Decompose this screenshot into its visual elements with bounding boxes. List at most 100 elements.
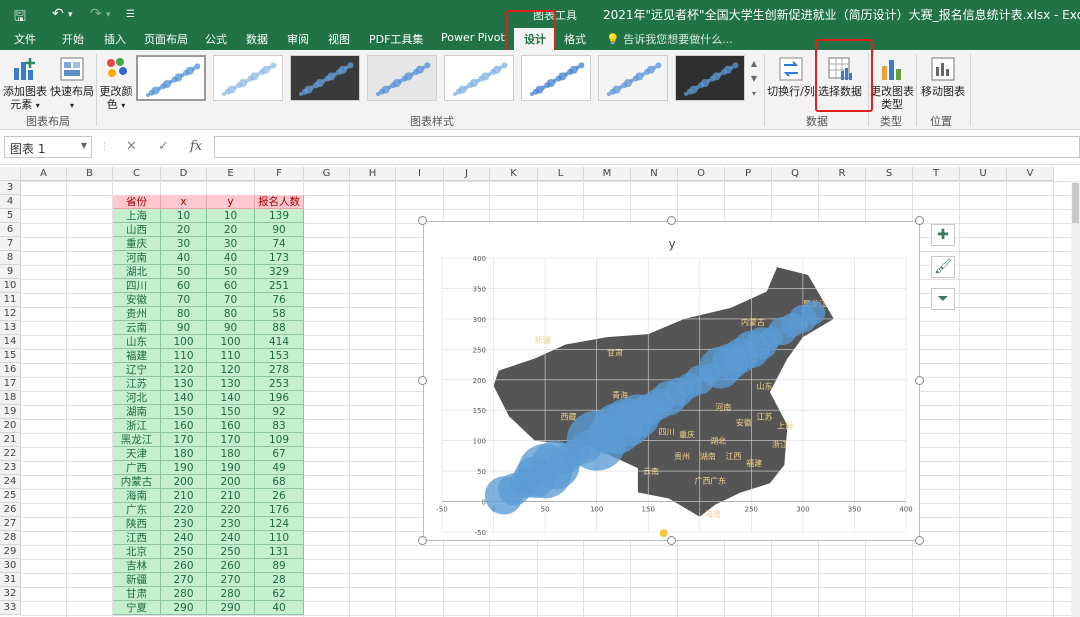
table-header-cell[interactable]: 报名人数	[255, 195, 304, 209]
tell-me-search[interactable]: 💡 告诉我您想要做什么...	[606, 31, 733, 47]
table-cell[interactable]: 70	[161, 293, 207, 307]
column-header-e[interactable]: E	[207, 167, 255, 181]
row-header-28[interactable]: 28	[0, 531, 21, 545]
row-header-16[interactable]: 16	[0, 363, 21, 377]
table-cell[interactable]: 160	[161, 419, 207, 433]
table-header-cell[interactable]: y	[207, 195, 255, 209]
table-cell[interactable]: 28	[255, 573, 304, 587]
chart-style-3[interactable]	[290, 55, 360, 101]
table-cell[interactable]: 270	[207, 573, 255, 587]
table-cell[interactable]: 76	[255, 293, 304, 307]
row-header-25[interactable]: 25	[0, 489, 21, 503]
chart-style-5[interactable]	[444, 55, 514, 101]
table-cell[interactable]: 安徽	[113, 293, 161, 307]
table-cell[interactable]: 陕西	[113, 517, 161, 531]
vertical-scrollbar[interactable]	[1071, 181, 1080, 617]
table-cell[interactable]: 广东	[113, 503, 161, 517]
chart-style-7[interactable]	[598, 55, 668, 101]
table-cell[interactable]: 150	[207, 405, 255, 419]
table-cell[interactable]: 40	[207, 251, 255, 265]
chart-styles-brush-icon[interactable]: 🖌	[931, 256, 955, 278]
row-header-29[interactable]: 29	[0, 545, 21, 559]
table-cell[interactable]: 140	[207, 391, 255, 405]
name-box[interactable]: 图表 1 ▼	[4, 136, 92, 158]
row-header-12[interactable]: 12	[0, 307, 21, 321]
table-cell[interactable]: 260	[161, 559, 207, 573]
table-cell[interactable]: 90	[207, 321, 255, 335]
table-cell[interactable]: 88	[255, 321, 304, 335]
table-cell[interactable]: 海南	[113, 489, 161, 503]
table-cell[interactable]: 重庆	[113, 237, 161, 251]
row-header-33[interactable]: 33	[0, 601, 21, 615]
table-cell[interactable]: 251	[255, 279, 304, 293]
table-cell[interactable]: 180	[161, 447, 207, 461]
table-cell[interactable]: 宁夏	[113, 601, 161, 615]
add-chart-element-button[interactable]: 添加图表元素 ▾	[2, 56, 48, 112]
table-cell[interactable]: 河北	[113, 391, 161, 405]
row-header-11[interactable]: 11	[0, 293, 21, 307]
row-header-24[interactable]: 24	[0, 475, 21, 489]
customize-toolbar-icon[interactable]: ☰	[126, 9, 135, 20]
table-cell[interactable]: 河南	[113, 251, 161, 265]
table-cell[interactable]: 60	[161, 279, 207, 293]
table-cell[interactable]: 湖北	[113, 265, 161, 279]
table-cell[interactable]: 130	[161, 377, 207, 391]
table-cell[interactable]: 天津	[113, 447, 161, 461]
table-cell[interactable]: 10	[207, 209, 255, 223]
table-cell[interactable]: 200	[161, 475, 207, 489]
resize-handle[interactable]	[915, 536, 924, 545]
row-header-21[interactable]: 21	[0, 433, 21, 447]
insert-function-icon[interactable]: fx	[190, 139, 202, 154]
column-header-o[interactable]: O	[678, 167, 725, 181]
table-cell[interactable]: 190	[161, 461, 207, 475]
row-header-7[interactable]: 7	[0, 237, 21, 251]
resize-handle[interactable]	[666, 536, 676, 545]
row-header-22[interactable]: 22	[0, 447, 21, 461]
table-cell[interactable]: 广西	[113, 461, 161, 475]
chart-elements-plus-icon[interactable]: ✚	[931, 224, 955, 246]
table-cell[interactable]: 220	[161, 503, 207, 517]
column-header-g[interactable]: G	[304, 167, 350, 181]
chevron-down-icon[interactable]: ▼	[81, 141, 87, 150]
row-header-18[interactable]: 18	[0, 391, 21, 405]
select-all-corner[interactable]	[0, 167, 21, 181]
table-cell[interactable]: 270	[161, 573, 207, 587]
cancel-icon[interactable]: ✕	[126, 139, 137, 154]
tab-data[interactable]: 数据	[246, 31, 268, 47]
table-cell[interactable]: 290	[207, 601, 255, 615]
scroll-down-icon[interactable]: ▼	[748, 71, 760, 86]
resize-handle[interactable]	[915, 216, 924, 225]
table-cell[interactable]: 176	[255, 503, 304, 517]
table-cell[interactable]: 湖南	[113, 405, 161, 419]
table-cell[interactable]: 153	[255, 349, 304, 363]
tab-page-layout[interactable]: 页面布局	[144, 31, 188, 47]
table-cell[interactable]: 67	[255, 447, 304, 461]
column-header-b[interactable]: B	[67, 167, 113, 181]
switch-row-column-button[interactable]: 切换行/列	[766, 56, 816, 98]
table-cell[interactable]: 260	[207, 559, 255, 573]
table-cell[interactable]: 四川	[113, 279, 161, 293]
table-cell[interactable]: 黑龙江	[113, 433, 161, 447]
redo-icon[interactable]: ↷	[90, 6, 102, 22]
table-cell[interactable]: 250	[207, 545, 255, 559]
scroll-up-icon[interactable]: ▲	[748, 56, 760, 71]
column-header-f[interactable]: F	[255, 167, 304, 181]
table-cell[interactable]: 170	[161, 433, 207, 447]
table-cell[interactable]: 230	[161, 517, 207, 531]
table-cell[interactable]: 109	[255, 433, 304, 447]
row-header-15[interactable]: 15	[0, 349, 21, 363]
table-cell[interactable]: 辽宁	[113, 363, 161, 377]
tab-review[interactable]: 审阅	[287, 31, 309, 47]
chart-style-4[interactable]	[367, 55, 437, 101]
tab-file[interactable]: 文件	[14, 31, 36, 47]
column-header-s[interactable]: S	[866, 167, 913, 181]
table-cell[interactable]: 北京	[113, 545, 161, 559]
change-chart-type-button[interactable]: 更改图表类型	[870, 56, 914, 111]
table-cell[interactable]: 49	[255, 461, 304, 475]
tab-insert[interactable]: 插入	[104, 31, 126, 47]
row-header-26[interactable]: 26	[0, 503, 21, 517]
undo-dropdown-icon[interactable]: ▾	[68, 10, 73, 20]
table-cell[interactable]: 92	[255, 405, 304, 419]
row-header-27[interactable]: 27	[0, 517, 21, 531]
table-cell[interactable]: 280	[207, 587, 255, 601]
